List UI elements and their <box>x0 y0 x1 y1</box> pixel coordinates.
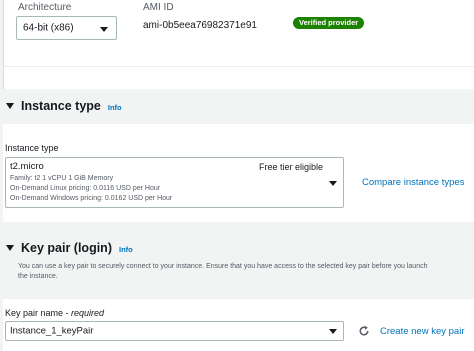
chevron-down-icon <box>329 181 337 186</box>
caret-down-icon <box>6 245 14 251</box>
key-pair-header[interactable]: Key pair (login) Info <box>3 234 474 262</box>
windows-pricing: On-Demand Windows pricing: 0.0162 USD pe… <box>10 195 173 202</box>
refresh-icon[interactable] <box>358 325 370 337</box>
create-key-pair-link[interactable]: Create new key pair <box>380 326 464 337</box>
key-pair-info-link[interactable]: Info <box>119 245 133 254</box>
linux-pricing: On-Demand Linux pricing: 0.0116 USD per … <box>10 185 161 192</box>
chevron-down-icon <box>329 329 337 334</box>
key-pair-name-label-text: Key pair name - <box>5 308 72 318</box>
instance-type-select[interactable]: t2.micro Free tier eligible Family: t2 1… <box>5 157 344 208</box>
ami-id-value: ami-0b5eea76982371e91 <box>143 20 257 31</box>
chevron-down-icon <box>100 27 108 32</box>
architecture-select[interactable]: 64-bit (x86) <box>16 16 117 40</box>
verified-provider-badge: Verified provider <box>293 17 365 29</box>
key-pair-name-label: Key pair name - required <box>5 308 104 318</box>
caret-down-icon <box>6 103 14 109</box>
divider <box>3 66 474 67</box>
architecture-value: 64-bit (x86) <box>23 22 74 34</box>
instance-type-name: t2.micro <box>10 161 44 172</box>
ami-id-label: AMI ID <box>143 2 174 13</box>
key-pair-select[interactable]: Instance_1_keyPair <box>5 321 344 341</box>
key-pair-description: You can use a key pair to securely conne… <box>18 263 428 270</box>
required-label: required <box>71 308 105 318</box>
compare-instance-types-link[interactable]: Compare instance types <box>362 177 464 188</box>
instance-type-title: Instance type <box>21 99 101 113</box>
key-pair-value: Instance_1_keyPair <box>10 325 94 337</box>
architecture-label: Architecture <box>18 2 72 13</box>
key-pair-description-cont: the instance. <box>18 273 58 280</box>
free-tier-label: Free tier eligible <box>258 162 323 172</box>
instance-specs: Family: t2 1 vCPU 1 GiB Memory <box>10 175 114 182</box>
instance-type-info-link[interactable]: Info <box>108 103 122 112</box>
instance-type-label: Instance type <box>5 143 59 153</box>
instance-type-header[interactable]: Instance type Info <box>3 87 474 125</box>
key-pair-title: Key pair (login) <box>21 241 112 255</box>
ami-details-card <box>3 0 474 89</box>
